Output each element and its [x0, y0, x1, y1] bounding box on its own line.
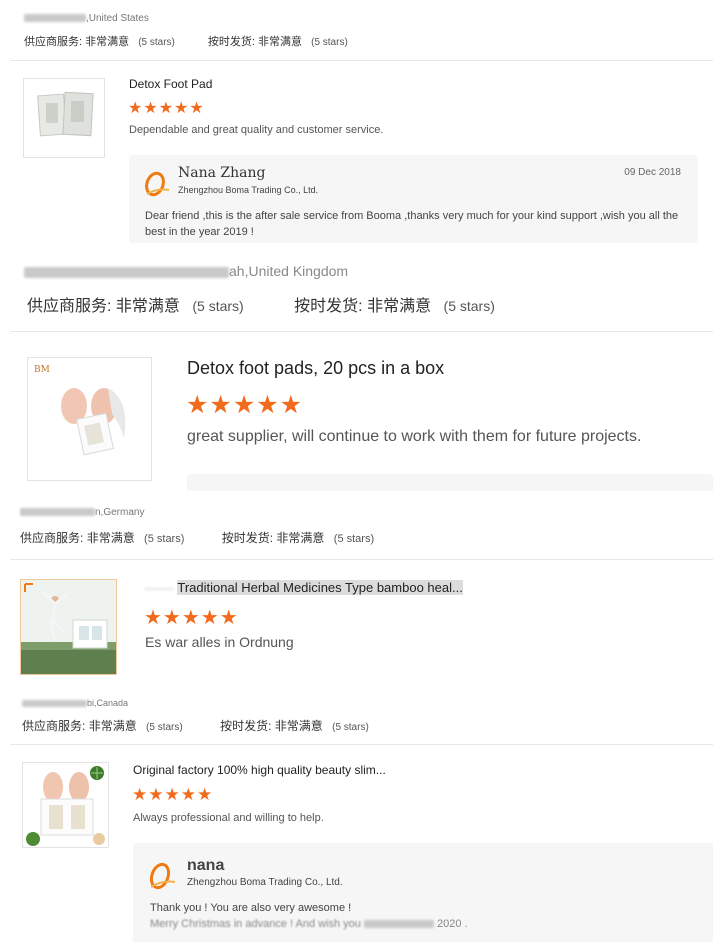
product-thumbnail[interactable] — [23, 78, 105, 158]
reviewer-location: bi,Canada — [22, 698, 128, 708]
supplier-service-stars: (5 stars) — [192, 298, 244, 314]
product-title[interactable]: Detox Foot Pad — [129, 77, 212, 91]
product-thumbnail[interactable] — [22, 762, 109, 848]
supplier-service-value: 非常满意 — [115, 298, 180, 315]
star-icon: ★★★★★ — [128, 100, 205, 117]
reviewer-location: ah,United Kingdom — [24, 263, 348, 279]
supplier-reply: Nana Zhang Zhengzhou Boma Trading Co., L… — [129, 155, 698, 243]
product-title[interactable]: Detox foot pads, 20 pcs in a box — [187, 358, 444, 379]
rating-summary: 供应商服务: 非常满意 (5 stars) 按时发货: 非常满意 (5 star… — [22, 717, 369, 734]
supplier-service-stars: (5 stars) — [144, 533, 185, 545]
review-text: great supplier, will continue to work wi… — [187, 428, 642, 445]
supplier-service-stars: (5 stars) — [146, 722, 183, 733]
divider — [10, 744, 713, 745]
on-time-delivery-label: 按时发货: — [294, 298, 363, 315]
divider — [10, 331, 713, 332]
on-time-delivery-stars: (5 stars) — [333, 533, 375, 545]
product-thumbnail[interactable] — [20, 579, 117, 675]
product-image — [26, 766, 105, 846]
supplier-service-label: 供应商服务: — [22, 719, 86, 733]
reviewer-location: ,United States — [24, 13, 149, 24]
on-time-delivery-stars: (5 stars) — [443, 298, 495, 314]
on-time-delivery-value: 非常满意 — [258, 36, 303, 48]
divider — [10, 559, 713, 560]
brand-badge: BM — [34, 365, 50, 375]
supplier-service-stars: (5 stars) — [138, 37, 175, 48]
redacted-name — [22, 700, 87, 708]
rating-summary: 供应商服务: 非常满意 (5 stars) 按时发货: 非常满意 (5 star… — [20, 529, 374, 546]
on-time-delivery-value: 非常满意 — [274, 719, 323, 733]
star-icon: ★★★★★ — [186, 391, 304, 419]
supplier-service-value: 非常满意 — [85, 36, 130, 48]
on-time-delivery-stars: (5 stars) — [332, 722, 369, 733]
product-image: BM — [34, 365, 126, 456]
on-time-delivery-stars: (5 stars) — [311, 37, 348, 48]
supplier-service-label: 供应商服务: — [20, 531, 84, 545]
booma-logo-icon — [147, 859, 177, 891]
on-time-delivery-label: 按时发货: — [221, 531, 274, 545]
on-time-delivery-value: 非常满意 — [276, 531, 325, 545]
product-thumbnail[interactable]: BM — [27, 357, 152, 481]
star-icon: ★★★★★ — [132, 785, 214, 804]
supplier-service-label: 供应商服务: — [24, 36, 83, 48]
review-text: Dependable and great quality and custome… — [129, 124, 384, 136]
supplier-reply-collapsed — [187, 474, 713, 491]
divider — [10, 60, 713, 61]
reply-company: Zhengzhou Boma Trading Co., Ltd. — [178, 185, 319, 195]
star-icon: ★★★★★ — [144, 607, 239, 629]
on-time-delivery-value: 非常满意 — [367, 298, 432, 315]
reply-author-name: Nana Zhang — [178, 165, 266, 181]
redacted-name — [24, 266, 229, 278]
reply-date: 09 Dec 2018 — [624, 167, 681, 178]
on-time-delivery-label: 按时发货: — [220, 719, 272, 733]
supplier-service-label: 供应商服务: — [27, 298, 112, 315]
reply-author-name: nana — [187, 857, 225, 874]
supplier-reply: nana Zhengzhou Boma Trading Co., Ltd. Th… — [133, 843, 713, 942]
redacted-text — [363, 920, 434, 929]
product-title[interactable]: Original factory 100% high quality beaut… — [133, 763, 386, 777]
reply-text: Dear friend ,this is the after sale serv… — [145, 210, 679, 238]
on-time-delivery-label: 按时发货: — [207, 36, 255, 48]
supplier-service-value: 非常满意 — [86, 531, 135, 545]
product-title[interactable]: Traditional Herbal Medicines Type bamboo… — [144, 580, 463, 595]
review-text: Always professional and willing to help. — [133, 812, 324, 824]
rating-summary: 供应商服务: 非常满意 (5 stars) 按时发货: 非常满意 (5 star… — [24, 33, 348, 49]
reviewer-location: n,Germany — [20, 507, 144, 518]
reply-company: Zhengzhou Boma Trading Co., Ltd. — [187, 877, 343, 888]
rating-summary: 供应商服务: 非常满意 (5 stars) 按时发货: 非常满意 (5 star… — [27, 292, 495, 316]
redacted-name — [24, 14, 86, 23]
reply-text: Thank you ! You are also very awesome ! … — [150, 902, 468, 930]
product-image — [21, 580, 116, 674]
redacted-name — [20, 508, 95, 517]
booma-logo-icon — [143, 168, 171, 198]
supplier-service-value: 非常满意 — [88, 719, 137, 733]
product-image — [37, 91, 94, 137]
review-text: Es war alles in Ordnung — [145, 634, 294, 650]
redacted-text — [144, 587, 174, 590]
